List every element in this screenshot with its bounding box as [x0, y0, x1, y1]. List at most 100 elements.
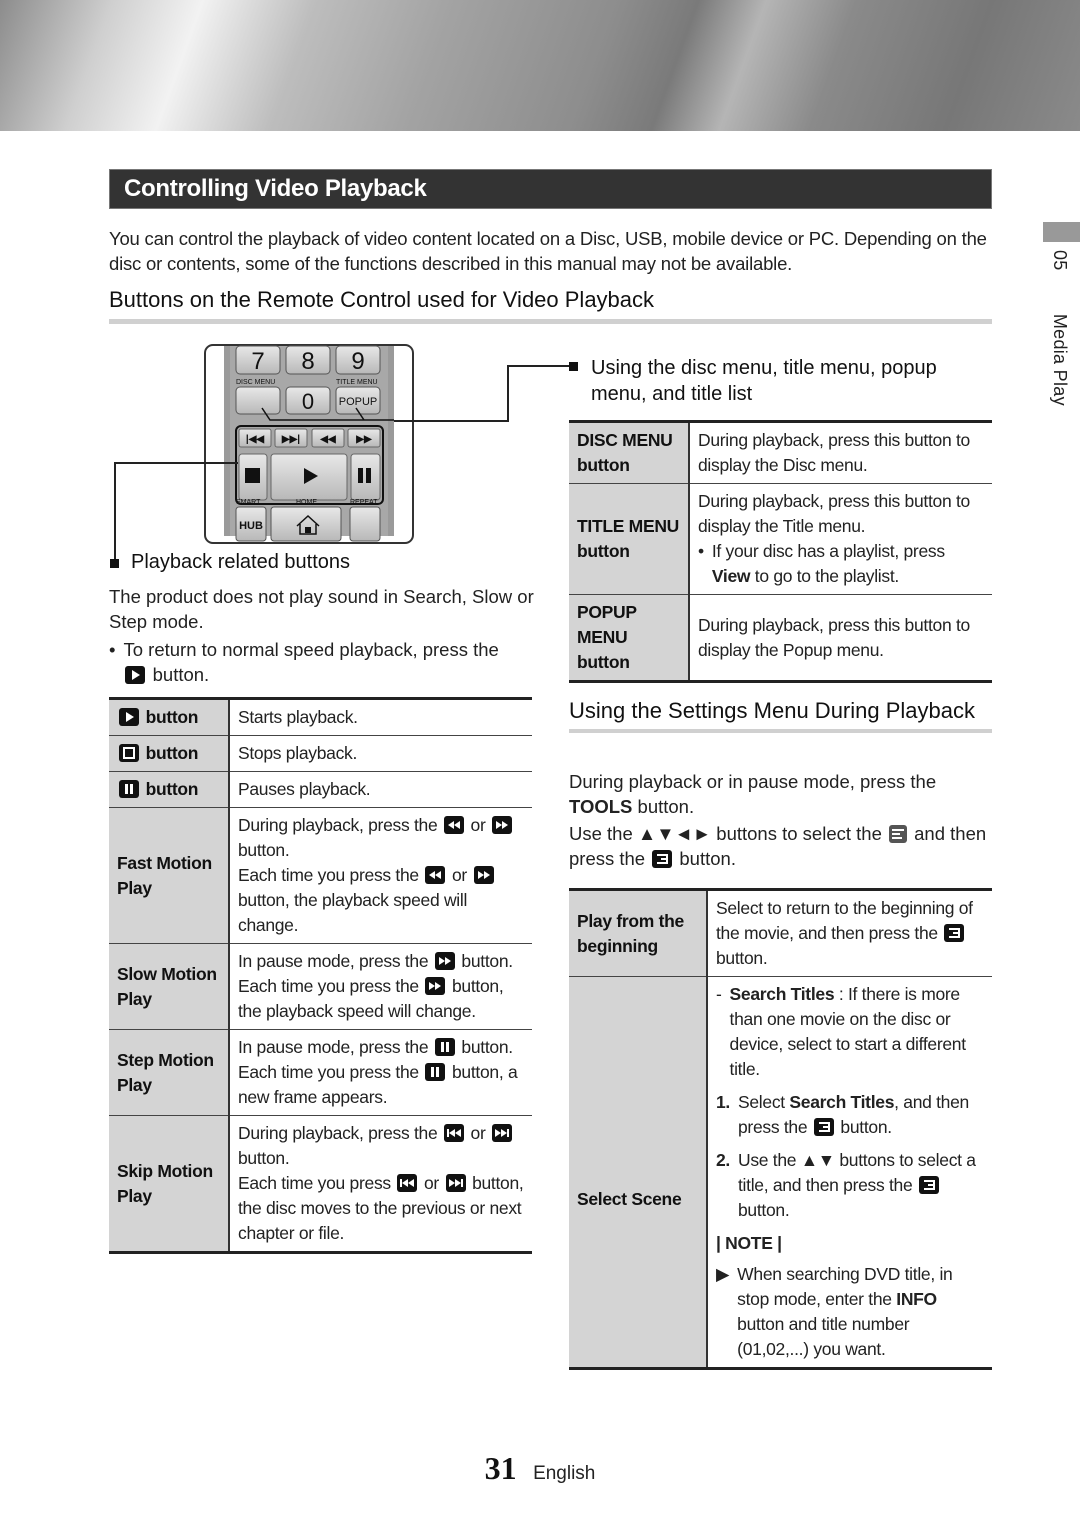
- text: Skip Motion Play: [109, 1115, 230, 1253]
- popup-key-label: POPUP: [339, 396, 378, 408]
- text: During playback or in pause mode, press …: [569, 771, 937, 792]
- callout-line-menu: [394, 420, 508, 422]
- text: or: [423, 1173, 439, 1193]
- fast-forward-icon: [473, 866, 494, 884]
- text: button: [145, 743, 199, 763]
- text: 2.: [716, 1150, 730, 1170]
- text: button.: [637, 796, 695, 817]
- settings-table: Play from the beginning Select to return…: [569, 888, 992, 1370]
- playback-heading: Playback related buttons: [131, 551, 351, 573]
- repeat-label: REPEAT: [350, 499, 378, 506]
- note-arrow-icon: ▶: [716, 1264, 730, 1284]
- text: During playback, press this button to di…: [689, 421, 992, 484]
- page-title-bar: Controlling Video Playback: [109, 169, 992, 209]
- title-menu-label: TITLE MENU: [336, 379, 378, 386]
- table-row: DISC MENU button During playback, press …: [569, 421, 992, 484]
- table-row: button Starts playback.: [109, 698, 532, 736]
- text: button.: [679, 848, 736, 869]
- text: Each time you press: [238, 1173, 391, 1193]
- text: To return to normal speed playback, pres…: [123, 639, 499, 660]
- chapter-tab-marker: [1043, 222, 1080, 242]
- text: or: [470, 1123, 486, 1143]
- text: button.: [840, 1117, 892, 1137]
- header-banner: [0, 0, 1080, 131]
- playback-note: The product does not play sound in Searc…: [109, 586, 534, 632]
- svg-text:◀◀: ◀◀: [319, 434, 336, 445]
- text: button, the playback speed will change.: [238, 890, 468, 935]
- settings-para-1: During playback or in pause mode, press …: [569, 769, 992, 819]
- text: INFO: [896, 1289, 937, 1309]
- play-icon: [119, 708, 139, 726]
- svg-text:▶▶: ▶▶: [355, 434, 373, 445]
- table-row: TITLE MENU button During playback, press…: [569, 483, 992, 595]
- pause-icon: [434, 1038, 455, 1056]
- text: Slow Motion Play: [109, 943, 230, 1030]
- callout-line-playback: [114, 462, 116, 562]
- svg-text:|◀◀: |◀◀: [246, 434, 264, 445]
- text: Starts playback.: [229, 698, 532, 736]
- callout-line-playback: [114, 462, 238, 464]
- text: Search Titles: [729, 984, 835, 1004]
- table-row: Fast Motion Play During playback, press …: [109, 807, 532, 944]
- fast-forward-icon: [434, 952, 455, 970]
- settings-heading: Using the Settings Menu During Playback: [569, 696, 992, 733]
- menu-table: DISC MENU button During playback, press …: [569, 420, 992, 683]
- skip-back-icon: [397, 1174, 418, 1192]
- table-row: Select Scene - Search Titles : If there i…: [569, 976, 992, 1369]
- table-row: Skip Motion Play During playback, press …: [109, 1115, 532, 1253]
- text: Use the ▲▼ buttons to select a title, an…: [738, 1150, 976, 1195]
- skip-forward-icon: [445, 1174, 466, 1192]
- table-row: Slow Motion Play In pause mode, press th…: [109, 943, 532, 1030]
- table-row: Step Motion Play In pause mode, press th…: [109, 1029, 532, 1116]
- key-7: 7: [251, 348, 264, 375]
- svg-text:▶▶|: ▶▶|: [281, 434, 300, 445]
- text: Select Scene: [569, 976, 708, 1369]
- callout-marker: [569, 362, 578, 371]
- skip-back-icon: [443, 1124, 464, 1142]
- intro-text: You can control the playback of video co…: [109, 228, 987, 274]
- callout-line-menu: [507, 365, 509, 422]
- text: During playback, press the: [238, 815, 438, 835]
- text: Use the ▲▼◄► buttons to select the: [569, 823, 882, 844]
- callout-marker: [110, 559, 119, 568]
- text: During playback, press this button to di…: [698, 491, 970, 536]
- text: button.: [238, 840, 290, 860]
- table-row: Play from the beginning Select to return…: [569, 889, 992, 977]
- pause-icon: [119, 780, 139, 798]
- page-title: Controlling Video Playback: [124, 175, 427, 202]
- fast-forward-icon: [425, 977, 446, 995]
- text: to go to the playlist.: [754, 566, 899, 586]
- key-0: 0: [302, 389, 314, 414]
- chapter-label: 05 Media Play: [1049, 250, 1070, 406]
- enter-icon: [944, 924, 965, 942]
- text: Search Titles: [789, 1092, 895, 1112]
- table-row: POPUP MENU button During playback, press…: [569, 594, 992, 682]
- text: button.: [461, 951, 513, 971]
- section-heading: Buttons on the Remote Control used for V…: [109, 287, 992, 324]
- text: button and title number (01,02,...) you …: [737, 1314, 910, 1359]
- fast-forward-icon: [492, 816, 513, 834]
- text: button.: [238, 1148, 290, 1168]
- table-row: button Pauses playback.: [109, 771, 532, 808]
- text: 1.: [716, 1092, 730, 1112]
- text: During playback, press this button to di…: [689, 594, 992, 682]
- remote-control-illustration: 7 8 9 DISC MENU TITLE MENU 0 POPUP |◀◀ ▶…: [204, 344, 414, 544]
- note-label: | NOTE |: [716, 1233, 782, 1253]
- text: TOOLS: [569, 796, 633, 817]
- text: button: [145, 707, 199, 727]
- text: View: [711, 566, 751, 586]
- playback-table: button Starts playback. button Stops pla…: [109, 697, 532, 1254]
- text: Step Motion Play: [109, 1029, 230, 1116]
- rewind-icon: [425, 866, 446, 884]
- text: button.: [461, 1037, 513, 1057]
- menu-heading: Using the disc menu, title menu, popup m…: [591, 357, 937, 405]
- text: DISC MENU button: [569, 421, 690, 484]
- text: During playback, press the: [238, 1123, 438, 1143]
- text: Each time you press the: [238, 865, 419, 885]
- text: In pause mode, press the: [238, 1037, 429, 1057]
- text: button: [145, 779, 199, 799]
- key-9: 9: [351, 348, 364, 375]
- text: button.: [738, 1200, 790, 1220]
- text: POPUP MENU button: [569, 594, 690, 682]
- text: Stops playback.: [229, 735, 532, 772]
